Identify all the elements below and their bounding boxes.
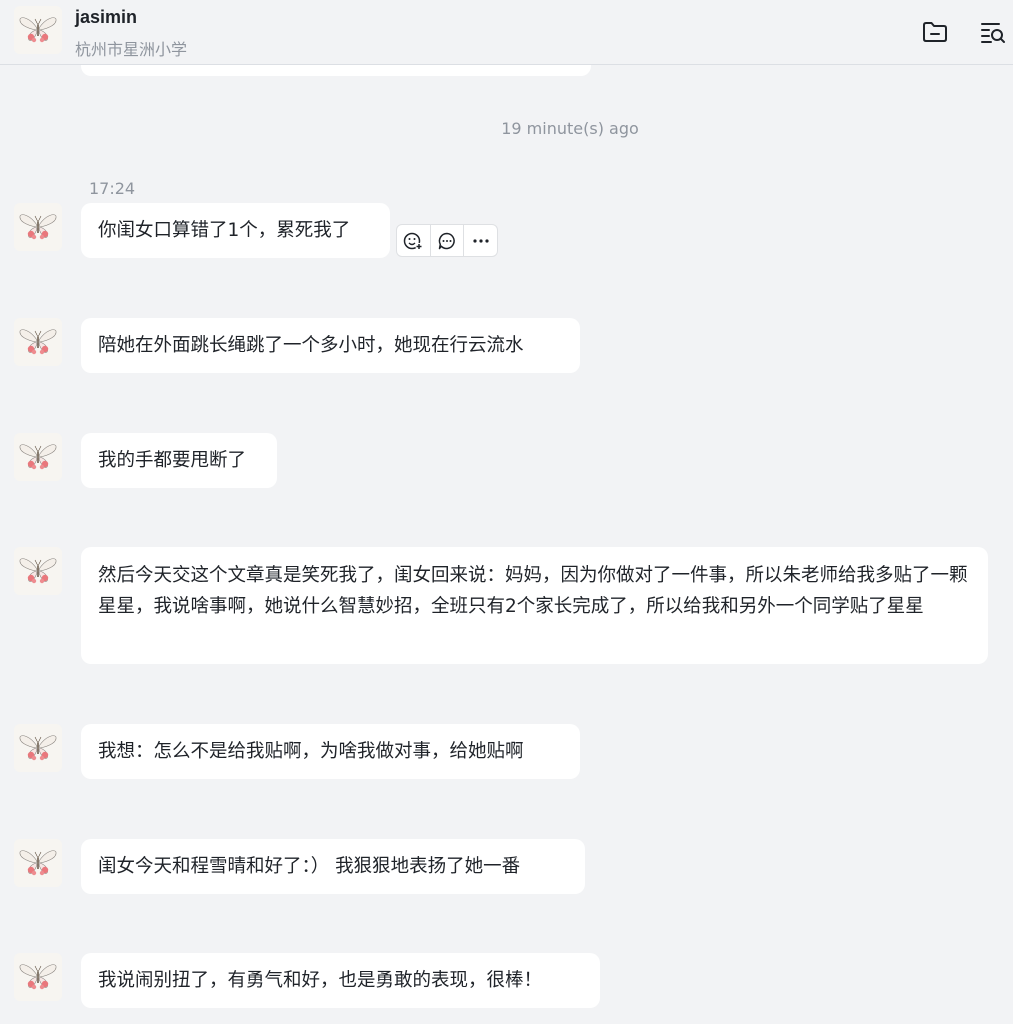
message-bubble[interactable]: 陪她在外面跳长绳跳了一个多小时，她现在行云流水 [81, 318, 580, 373]
chat-title[interactable]: jasimin [75, 7, 137, 28]
message-bubble[interactable]: 我的手都要甩断了 [81, 433, 277, 488]
message-bubble[interactable]: 然后今天交这个文章真是笑死我了，闺女回来说：妈妈，因为你做对了一件事，所以朱老师… [81, 547, 988, 664]
reply-icon[interactable] [431, 225, 465, 256]
chat-subtitle: 杭州市星洲小学 [75, 40, 188, 59]
butterfly-avatar-icon [14, 203, 62, 251]
search-in-chat-icon[interactable] [978, 17, 1008, 47]
sender-avatar[interactable] [14, 724, 62, 772]
butterfly-avatar-icon [14, 547, 62, 595]
message-bubble[interactable]: 我想：怎么不是给我贴啊，为啥我做对事，给她贴啊 [81, 724, 580, 779]
message-bubble[interactable]: 我说闹别扭了，有勇气和好，也是勇敢的表现，很棒！ [81, 953, 600, 1008]
butterfly-avatar-icon [14, 839, 62, 887]
more-icon[interactable] [464, 225, 497, 256]
message-time: 17:24 [89, 179, 136, 198]
chat-header: jasimin 杭州市星洲小学 [0, 0, 1013, 65]
message-bubble[interactable]: 闺女今天和程雪晴和好了：） 我狠狠地表扬了她一番 [81, 839, 585, 894]
message-bubble[interactable]: 你闺女口算错了1个，累死我了 [81, 203, 390, 258]
avatar[interactable] [14, 6, 62, 54]
butterfly-avatar-icon [14, 724, 62, 772]
sender-avatar[interactable] [14, 318, 62, 366]
add-reaction-icon[interactable] [397, 225, 431, 256]
butterfly-avatar-icon [14, 953, 62, 1001]
sender-avatar[interactable] [14, 953, 62, 1001]
sender-avatar[interactable] [14, 203, 62, 251]
folder-icon[interactable] [920, 17, 950, 47]
butterfly-avatar-icon [14, 318, 62, 366]
message-hover-toolbar [396, 224, 498, 257]
butterfly-avatar-icon [14, 6, 62, 54]
time-separator: 19 minute(s) ago [501, 119, 639, 138]
sender-avatar[interactable] [14, 433, 62, 481]
sender-avatar[interactable] [14, 839, 62, 887]
butterfly-avatar-icon [14, 433, 62, 481]
sender-avatar[interactable] [14, 547, 62, 595]
